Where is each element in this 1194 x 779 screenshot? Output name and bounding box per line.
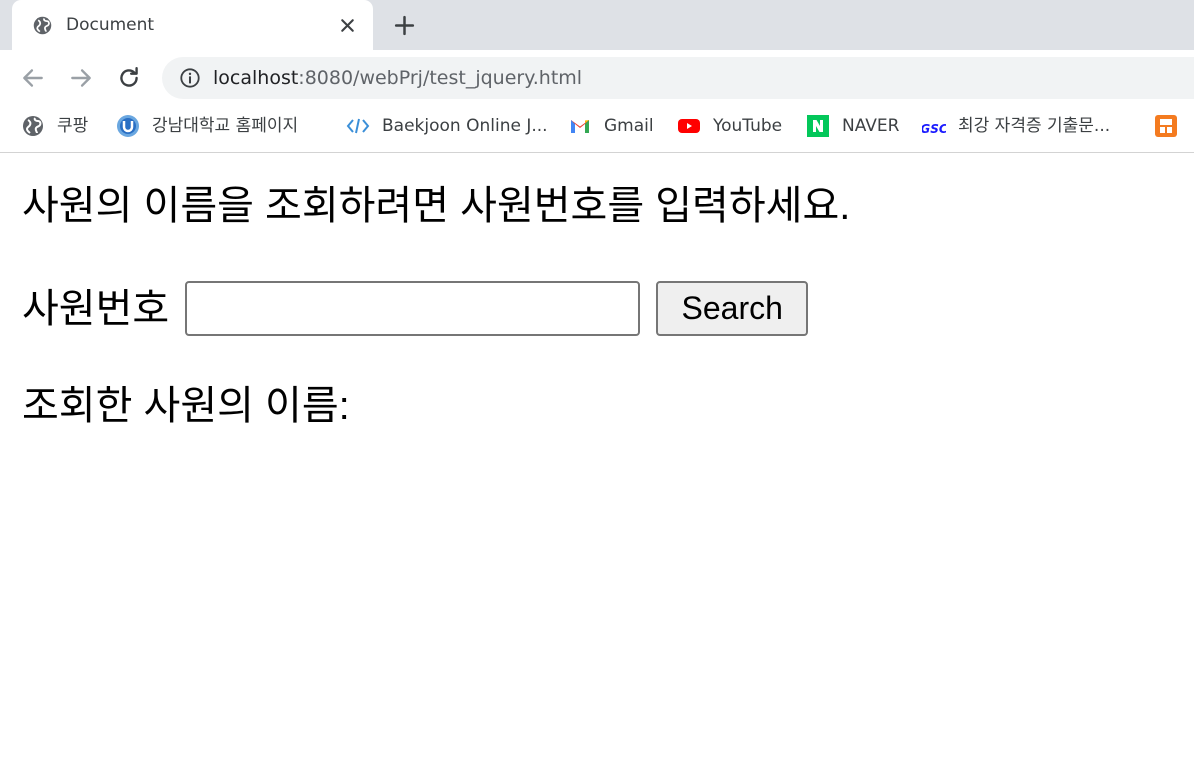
bookmark-baekjoon[interactable]: Baekjoon Online J... [346, 113, 548, 139]
bookmark-orange-app[interactable] [1154, 113, 1190, 139]
bookmark-youtube[interactable]: YouTube [677, 113, 782, 139]
bookmark-label: NAVER [842, 116, 900, 136]
browser-toolbar: localhost:8080/webPrj/test_jquery.html [0, 50, 1194, 106]
code-brackets-icon [346, 118, 370, 134]
bookmark-kangnam-univ[interactable]: 강남대학교 홈페이지 [116, 113, 298, 139]
bookmark-label: 강남대학교 홈페이지 [152, 116, 299, 136]
bookmark-label: Baekjoon Online J... [382, 116, 548, 136]
tab-title: Document [66, 15, 155, 35]
instruction-text: 사원의 이름을 조회하려면 사원번호를 입력하세요. [22, 184, 851, 228]
bookmark-label: 최강 자격증 기출문... [958, 116, 1111, 136]
bookmark-label: YouTube [713, 116, 783, 136]
search-button[interactable]: Search [656, 281, 809, 336]
employee-number-input[interactable] [185, 281, 641, 336]
employee-number-label: 사원번호 [22, 286, 170, 331]
bookmark-gsc[interactable]: GSC 최강 자격증 기출문... [922, 113, 1110, 139]
bookmarks-bar: 쿠팡 강남대학교 홈페이지 Baekjoon Online J... Gmail… [0, 106, 1194, 153]
employee-search-form: 사원번호 Search [22, 281, 809, 336]
address-bar[interactable]: localhost:8080/webPrj/test_jquery.html [162, 57, 1194, 99]
reload-icon[interactable] [116, 65, 142, 91]
gsc-icon: GSC [922, 122, 946, 136]
youtube-icon [678, 119, 700, 133]
new-tab-plus-icon[interactable] [392, 13, 417, 38]
university-logo-icon [117, 115, 139, 137]
globe-icon [33, 16, 52, 35]
bookmark-gmail[interactable]: Gmail [568, 113, 654, 139]
url-path: :8080/webPrj/test_jquery.html [298, 67, 583, 89]
gmail-icon [571, 120, 589, 133]
orange-app-icon [1155, 115, 1177, 137]
forward-arrow-icon[interactable] [68, 65, 94, 91]
tab-document[interactable]: Document [12, 0, 373, 50]
svg-text:GSC: GSC [922, 122, 946, 136]
tab-strip: Document [0, 0, 1194, 50]
bookmark-label: 쿠팡 [57, 116, 89, 136]
naver-icon [807, 115, 829, 137]
close-tab-icon[interactable] [337, 15, 358, 36]
globe-icon [23, 116, 43, 136]
info-icon[interactable] [179, 67, 201, 89]
back-arrow-icon[interactable] [20, 65, 46, 91]
url-text: localhost:8080/webPrj/test_jquery.html [213, 66, 582, 90]
result-label: 조회한 사원의 이름: [22, 384, 350, 428]
url-host: localhost [213, 67, 299, 89]
bookmark-naver[interactable]: NAVER [806, 113, 899, 139]
bookmark-label: Gmail [604, 116, 654, 136]
bookmark-coupang[interactable]: 쿠팡 [21, 113, 88, 139]
